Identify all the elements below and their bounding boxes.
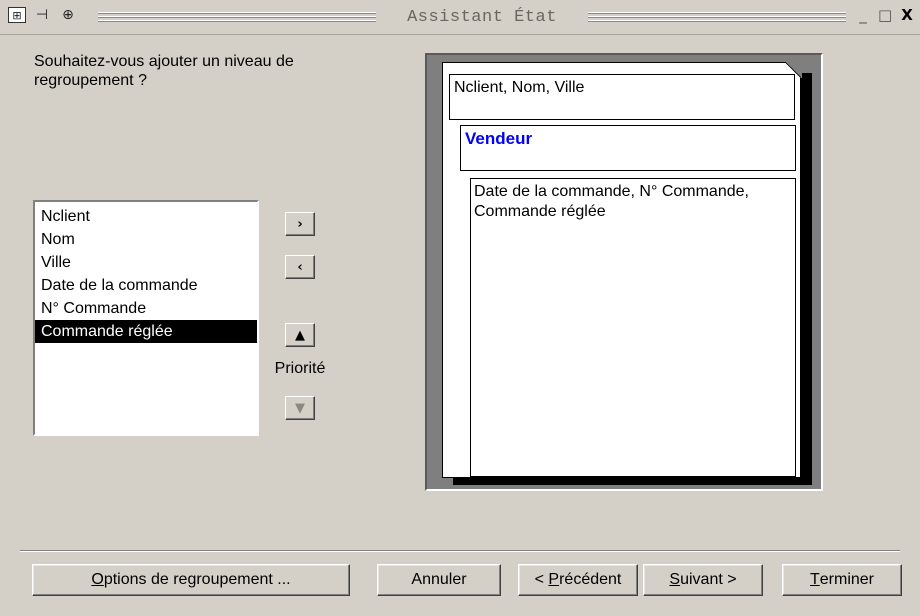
maximize-button[interactable]: □ [878,6,892,24]
pin-icon[interactable]: ⊣ [32,6,52,24]
priority-up-button[interactable]: ▲ [285,323,315,347]
title-bar-grip-right [588,12,846,22]
title-bar-icons: ⊞ ⊣ ⊕ [8,6,78,24]
preview-header-fields: Nclient, Nom, Ville [449,74,795,120]
options-icon[interactable]: ⊕ [58,6,78,24]
field-item[interactable]: Date de la commande [35,274,257,297]
accel-s: S [669,571,681,588]
accel-t: T [809,571,820,588]
previous-button[interactable]: < Précédent [518,564,638,596]
add-group-button[interactable]: › [285,212,315,236]
field-item[interactable]: Nclient [35,205,257,228]
arrow-down-icon: ▼ [295,400,305,416]
grouping-question: Souhaitez-vous ajouter un niveau de regr… [34,53,294,89]
accel-o: O [91,571,104,588]
field-item-selected[interactable]: Commande réglée [35,320,257,343]
close-button[interactable]: X [900,6,914,24]
window-title: Assistant État [407,8,557,27]
previous-label: récédent [559,571,622,588]
preview-group-level: Vendeur [460,125,796,171]
field-list[interactable]: Nclient Nom Ville Date de la commande N°… [33,200,259,436]
remove-group-button[interactable]: ‹ [285,255,315,279]
finish-label: erminer [819,571,874,588]
chevron-left-icon: ‹ [297,259,303,275]
priority-label: Priorité [274,360,326,377]
finish-button[interactable]: Terminer [782,564,902,596]
previous-prefix: < [534,571,549,588]
minimize-button[interactable]: _ [856,6,870,24]
footer-divider [20,550,900,552]
grouping-options-label: ptions de regroupement ... [103,571,291,588]
form-icon[interactable]: ⊞ [8,7,26,23]
preview-detail-fields: Date de la commande, N° Commande, Comman… [470,178,796,477]
priority-down-button[interactable]: ▼ [285,396,315,420]
next-label: uivant > [680,571,737,588]
next-button[interactable]: Suivant > [643,564,763,596]
title-bar-grip-left [98,12,376,22]
cancel-button[interactable]: Annuler [377,564,501,596]
chevron-right-icon: › [297,216,303,232]
arrow-up-icon: ▲ [295,327,305,343]
field-item[interactable]: Ville [35,251,257,274]
cancel-label: Annuler [411,571,467,588]
grouping-options-button[interactable]: Options de regroupement ... [32,564,350,596]
accel-p: P [548,571,560,588]
field-item[interactable]: Nom [35,228,257,251]
window-controls: _ □ X [856,6,914,24]
title-bar: ⊞ ⊣ ⊕ Assistant État _ □ X [0,0,920,35]
field-item[interactable]: N° Commande [35,297,257,320]
